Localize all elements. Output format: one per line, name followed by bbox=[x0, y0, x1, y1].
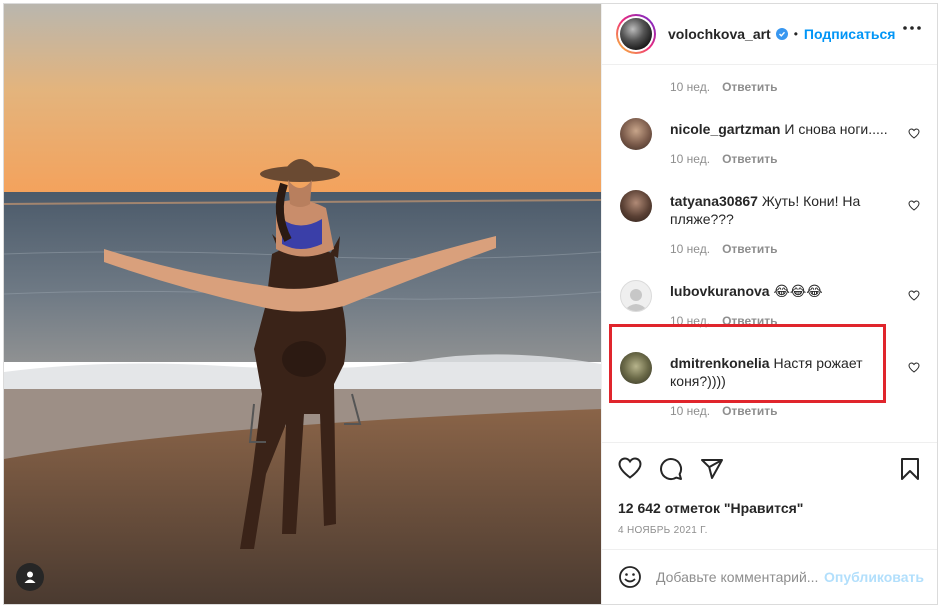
user-tag-icon[interactable] bbox=[16, 563, 44, 591]
comments-list[interactable]: 10 нед. Ответить nicole_gartzman И снова … bbox=[602, 66, 937, 442]
comment-time: 10 нед. bbox=[670, 242, 711, 256]
separator-dot: • bbox=[793, 27, 798, 41]
comment-username[interactable]: lubovkuranova bbox=[670, 283, 770, 299]
follow-button[interactable]: Подписаться bbox=[804, 26, 896, 42]
highlight-box bbox=[609, 324, 886, 403]
heart-icon[interactable] bbox=[908, 290, 920, 301]
bookmark-icon[interactable] bbox=[900, 457, 920, 481]
post-date[interactable]: 4 ноябрь 2021 г. bbox=[618, 525, 708, 536]
heart-icon[interactable] bbox=[908, 362, 920, 373]
comment-time: 10 нед. bbox=[670, 404, 711, 418]
comment-meta: 10 нед. Ответить bbox=[670, 152, 778, 166]
verified-icon bbox=[775, 28, 788, 40]
author-avatar[interactable] bbox=[616, 14, 656, 54]
heart-icon[interactable] bbox=[908, 128, 920, 139]
comment-meta: 10 нед. Ответить bbox=[670, 404, 778, 418]
likes-count[interactable]: 12 642 отметок "Нравится" bbox=[618, 500, 803, 516]
comment-text: И снова ноги..... bbox=[784, 121, 888, 137]
comment-input[interactable]: Добавьте комментарий... bbox=[656, 569, 824, 585]
reply-button[interactable]: Ответить bbox=[722, 242, 777, 256]
avatar[interactable] bbox=[620, 118, 652, 150]
more-options-icon[interactable] bbox=[903, 26, 921, 30]
post-header: volochkova_art • Подписаться bbox=[602, 4, 937, 65]
post-side-panel: volochkova_art • Подписаться 10 нед. Отве… bbox=[601, 4, 937, 604]
avatar[interactable] bbox=[620, 190, 652, 222]
reply-button[interactable]: Ответить bbox=[722, 404, 777, 418]
comment-text: 😂😂😂 bbox=[773, 283, 823, 299]
comment-time: 10 нед. bbox=[670, 152, 711, 166]
beach-horse-image bbox=[4, 4, 601, 604]
comment-time: 10 нед. bbox=[670, 80, 711, 94]
reply-button[interactable]: Ответить bbox=[722, 152, 777, 166]
comment-username[interactable]: tatyana30867 bbox=[670, 193, 758, 209]
add-comment-bar: Добавьте комментарий... Опубликовать bbox=[602, 549, 937, 604]
reply-button[interactable]: Ответить bbox=[722, 80, 777, 94]
post-actions: 12 642 отметок "Нравится" 4 ноябрь 2021 … bbox=[602, 442, 937, 536]
emoji-icon[interactable] bbox=[618, 565, 642, 589]
comment-meta: 10 нед. Ответить bbox=[670, 242, 778, 256]
post-photo[interactable] bbox=[4, 4, 601, 604]
heart-icon[interactable] bbox=[618, 457, 642, 479]
share-icon[interactable] bbox=[700, 457, 724, 481]
author-username[interactable]: volochkova_art bbox=[668, 26, 771, 42]
comment-icon[interactable] bbox=[659, 457, 683, 481]
comment-username[interactable]: nicole_gartzman bbox=[670, 121, 780, 137]
publish-button[interactable]: Опубликовать bbox=[824, 569, 924, 585]
heart-icon[interactable] bbox=[908, 200, 920, 211]
post-modal: volochkova_art • Подписаться 10 нед. Отве… bbox=[3, 3, 938, 605]
comment-meta: 10 нед. Ответить bbox=[670, 80, 778, 94]
avatar[interactable] bbox=[620, 280, 652, 312]
